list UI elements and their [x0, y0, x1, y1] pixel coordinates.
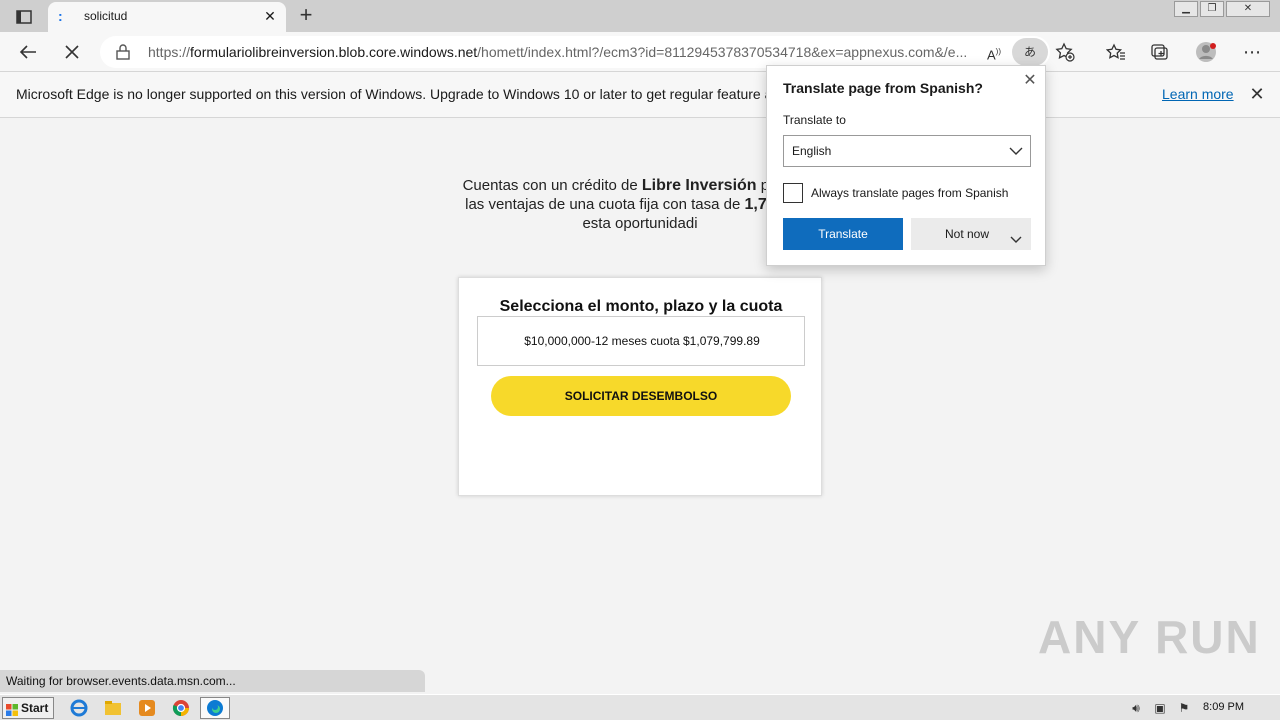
target-language-value: English	[792, 144, 832, 158]
translate-icon[interactable]: あ	[1012, 38, 1048, 66]
new-tab-icon[interactable]: +	[294, 4, 318, 28]
url-host: formulariolibreinversion.blob.core.windo…	[190, 44, 478, 60]
tab-close-icon[interactable]: ✕	[262, 8, 278, 24]
windows-flag-icon	[6, 702, 18, 716]
action-center-flag-icon[interactable]: ⚑	[1176, 700, 1192, 716]
browser-toolbar: https://formulariolibreinversion.blob.co…	[0, 32, 1280, 72]
always-translate-checkbox[interactable]	[783, 183, 803, 203]
more-menu-icon[interactable]: ⋯	[1240, 40, 1264, 64]
banner-close-icon[interactable]: ✕	[1247, 84, 1267, 104]
intro-line2-a: las ventajas de una cuota fija con tasa …	[465, 196, 745, 213]
volume-icon[interactable]: 🔊︎	[1128, 700, 1144, 716]
status-text: Waiting for browser.events.data.msn.com.…	[6, 674, 236, 688]
url-scheme: https://	[148, 44, 191, 60]
anyrun-watermark: ANY RUN	[1038, 611, 1261, 663]
loan-option-select[interactable]: $10,000,000-12 meses cuota $1,079,799.89	[477, 316, 805, 366]
address-bar[interactable]: https://formulariolibreinversion.blob.co…	[100, 36, 1075, 68]
media-player-taskbar-icon[interactable]	[132, 697, 162, 719]
intro-line1-a: Cuentas con un crédito de	[462, 177, 642, 194]
stop-loading-icon[interactable]	[60, 40, 84, 64]
url-text[interactable]: https://formulariolibreinversion.blob.co…	[148, 44, 978, 60]
edge-taskbar-icon[interactable]	[200, 697, 230, 719]
tab-title: solicitud	[84, 9, 128, 23]
solicitar-desembolso-button[interactable]: SOLICITAR DESEMBOLSO	[491, 376, 791, 416]
explorer-taskbar-icon[interactable]	[98, 697, 128, 719]
window-controls: ▁ ❐ ✕	[1174, 1, 1270, 17]
loan-card: Selecciona el monto, plazo y la cuota $1…	[458, 277, 822, 496]
not-now-button[interactable]: Not now	[911, 218, 1031, 250]
taskbar: Start 🔊︎ ▣ ⚑ 8:09 PM	[0, 694, 1280, 720]
always-translate-label: Always translate pages from Spanish	[811, 186, 1009, 200]
start-button[interactable]: Start	[2, 697, 54, 719]
banner-message: Microsoft Edge is no longer supported on…	[16, 86, 788, 102]
tab-solicitud[interactable]: : solicitud ✕	[48, 2, 286, 32]
status-bar: Waiting for browser.events.data.msn.com.…	[0, 670, 425, 692]
translate-popup: Translate page from Spanish? ✕ Translate…	[766, 65, 1046, 266]
restore-icon[interactable]: ❐	[1200, 1, 1224, 17]
unsupported-os-banner: Microsoft Edge is no longer supported on…	[0, 72, 1280, 118]
tab-actions-icon[interactable]	[10, 6, 38, 28]
minimize-icon[interactable]: ▁	[1174, 1, 1198, 17]
translate-popup-title: Translate page from Spanish?	[783, 80, 983, 96]
url-path: /homett/index.html?/ecm3?id=811294537837…	[477, 44, 968, 60]
ie-taskbar-icon[interactable]	[64, 697, 94, 719]
favorites-icon[interactable]	[1104, 40, 1128, 64]
tab-favicon-icon: :	[58, 8, 63, 24]
system-tray: 🔊︎ ▣ ⚑ 8:09 PM	[1120, 695, 1280, 720]
collections-icon[interactable]	[1148, 40, 1172, 64]
translate-to-label: Translate to	[783, 113, 846, 127]
window-close-icon[interactable]: ✕	[1226, 1, 1270, 17]
selected-option: $10,000,000-12 meses cuota $1,079,799.89	[524, 334, 760, 348]
not-now-label: Not now	[945, 227, 990, 241]
lock-icon[interactable]	[116, 44, 132, 60]
tab-strip: : solicitud ✕ + ▁ ❐ ✕	[0, 0, 1280, 32]
intro-line1-bold: Libre Inversión	[641, 177, 757, 194]
chevron-down-icon	[1008, 144, 1024, 158]
add-favorite-icon[interactable]	[1055, 42, 1075, 62]
chevron-down-icon[interactable]	[1009, 227, 1023, 243]
read-aloud-icon[interactable]: A))	[984, 42, 1004, 62]
start-label: Start	[21, 701, 49, 715]
network-icon[interactable]: ▣	[1152, 700, 1168, 716]
profile-avatar-icon[interactable]	[1194, 40, 1218, 64]
clock[interactable]: 8:09 PM	[1203, 701, 1244, 713]
translate-popup-close-icon[interactable]: ✕	[1021, 72, 1039, 90]
card-title: Selecciona el monto, plazo y la cuota	[499, 298, 783, 315]
web-page: Cuentas con un crédito de Libre Inversió…	[0, 118, 1280, 668]
tray-icons: 🔊︎ ▣ ⚑	[1128, 700, 1192, 716]
chrome-taskbar-icon[interactable]	[166, 697, 196, 719]
learn-more-link[interactable]: Learn more	[1162, 86, 1234, 102]
back-icon[interactable]	[16, 40, 40, 64]
target-language-select[interactable]: English	[783, 135, 1031, 167]
translate-button[interactable]: Translate	[783, 218, 903, 250]
